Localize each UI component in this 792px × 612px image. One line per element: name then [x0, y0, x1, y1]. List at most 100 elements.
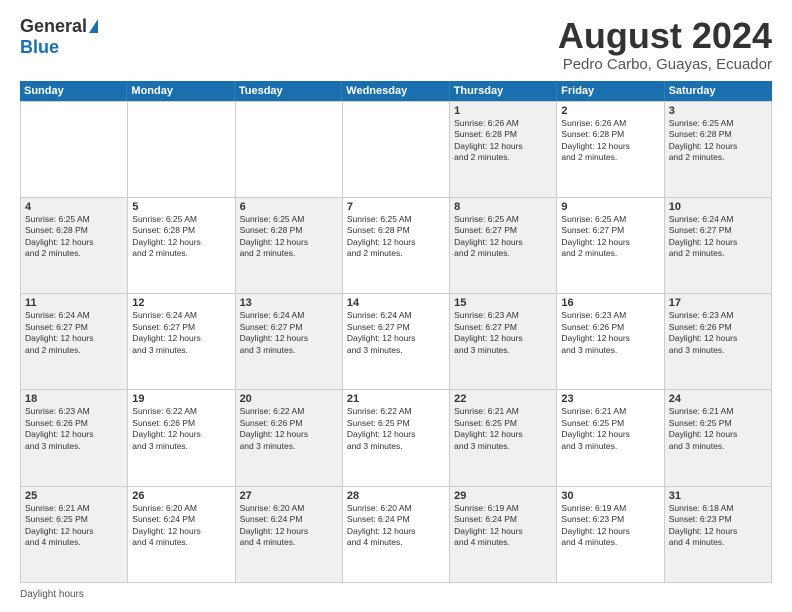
day-number: 6	[240, 201, 338, 213]
calendar-week-row: 25Sunrise: 6:21 AM Sunset: 6:25 PM Dayli…	[21, 487, 772, 583]
calendar-cell: 6Sunrise: 6:25 AM Sunset: 6:28 PM Daylig…	[236, 198, 343, 294]
calendar-week-row: 1Sunrise: 6:26 AM Sunset: 6:28 PM Daylig…	[21, 102, 772, 198]
day-info: Sunrise: 6:23 AM Sunset: 6:27 PM Dayligh…	[454, 310, 552, 356]
day-info: Sunrise: 6:22 AM Sunset: 6:26 PM Dayligh…	[240, 406, 338, 452]
day-number: 21	[347, 393, 445, 405]
day-number: 15	[454, 297, 552, 309]
day-info: Sunrise: 6:21 AM Sunset: 6:25 PM Dayligh…	[561, 406, 659, 452]
day-info: Sunrise: 6:23 AM Sunset: 6:26 PM Dayligh…	[25, 406, 123, 452]
day-info: Sunrise: 6:24 AM Sunset: 6:27 PM Dayligh…	[25, 310, 123, 356]
daylight-label: Daylight hours	[20, 589, 84, 600]
day-number: 13	[240, 297, 338, 309]
logo: General Blue	[20, 16, 98, 58]
day-info: Sunrise: 6:25 AM Sunset: 6:27 PM Dayligh…	[561, 214, 659, 260]
calendar-cell: 18Sunrise: 6:23 AM Sunset: 6:26 PM Dayli…	[21, 390, 128, 486]
calendar-cell: 17Sunrise: 6:23 AM Sunset: 6:26 PM Dayli…	[665, 294, 772, 390]
calendar-header-cell: Tuesday	[235, 81, 342, 101]
day-info: Sunrise: 6:20 AM Sunset: 6:24 PM Dayligh…	[132, 503, 230, 549]
day-info: Sunrise: 6:20 AM Sunset: 6:24 PM Dayligh…	[347, 503, 445, 549]
calendar-cell: 2Sunrise: 6:26 AM Sunset: 6:28 PM Daylig…	[557, 102, 664, 198]
calendar-cell: 28Sunrise: 6:20 AM Sunset: 6:24 PM Dayli…	[343, 487, 450, 583]
calendar-body: 1Sunrise: 6:26 AM Sunset: 6:28 PM Daylig…	[20, 101, 772, 583]
calendar-header-cell: Thursday	[450, 81, 557, 101]
calendar-cell: 1Sunrise: 6:26 AM Sunset: 6:28 PM Daylig…	[450, 102, 557, 198]
calendar-cell: 14Sunrise: 6:24 AM Sunset: 6:27 PM Dayli…	[343, 294, 450, 390]
day-info: Sunrise: 6:21 AM Sunset: 6:25 PM Dayligh…	[454, 406, 552, 452]
calendar-cell: 7Sunrise: 6:25 AM Sunset: 6:28 PM Daylig…	[343, 198, 450, 294]
calendar-cell: 30Sunrise: 6:19 AM Sunset: 6:23 PM Dayli…	[557, 487, 664, 583]
day-info: Sunrise: 6:25 AM Sunset: 6:28 PM Dayligh…	[669, 118, 767, 164]
calendar-cell: 9Sunrise: 6:25 AM Sunset: 6:27 PM Daylig…	[557, 198, 664, 294]
day-number: 7	[347, 201, 445, 213]
day-number: 5	[132, 201, 230, 213]
calendar-cell: 24Sunrise: 6:21 AM Sunset: 6:25 PM Dayli…	[665, 390, 772, 486]
location-subtitle: Pedro Carbo, Guayas, Ecuador	[558, 56, 772, 73]
day-info: Sunrise: 6:25 AM Sunset: 6:28 PM Dayligh…	[240, 214, 338, 260]
day-info: Sunrise: 6:22 AM Sunset: 6:25 PM Dayligh…	[347, 406, 445, 452]
calendar-week-row: 11Sunrise: 6:24 AM Sunset: 6:27 PM Dayli…	[21, 294, 772, 390]
day-info: Sunrise: 6:26 AM Sunset: 6:28 PM Dayligh…	[454, 118, 552, 164]
calendar-cell	[236, 102, 343, 198]
calendar-header-cell: Friday	[557, 81, 664, 101]
calendar-cell	[128, 102, 235, 198]
day-info: Sunrise: 6:19 AM Sunset: 6:23 PM Dayligh…	[561, 503, 659, 549]
day-info: Sunrise: 6:22 AM Sunset: 6:26 PM Dayligh…	[132, 406, 230, 452]
day-number: 14	[347, 297, 445, 309]
calendar-cell: 27Sunrise: 6:20 AM Sunset: 6:24 PM Dayli…	[236, 487, 343, 583]
calendar-cell: 21Sunrise: 6:22 AM Sunset: 6:25 PM Dayli…	[343, 390, 450, 486]
calendar-cell	[343, 102, 450, 198]
day-number: 22	[454, 393, 552, 405]
calendar-cell: 20Sunrise: 6:22 AM Sunset: 6:26 PM Dayli…	[236, 390, 343, 486]
day-info: Sunrise: 6:20 AM Sunset: 6:24 PM Dayligh…	[240, 503, 338, 549]
calendar-cell: 23Sunrise: 6:21 AM Sunset: 6:25 PM Dayli…	[557, 390, 664, 486]
calendar-cell: 8Sunrise: 6:25 AM Sunset: 6:27 PM Daylig…	[450, 198, 557, 294]
calendar-cell: 15Sunrise: 6:23 AM Sunset: 6:27 PM Dayli…	[450, 294, 557, 390]
day-number: 30	[561, 490, 659, 502]
day-number: 4	[25, 201, 123, 213]
day-number: 24	[669, 393, 767, 405]
day-number: 2	[561, 105, 659, 117]
day-number: 23	[561, 393, 659, 405]
day-info: Sunrise: 6:24 AM Sunset: 6:27 PM Dayligh…	[669, 214, 767, 260]
calendar-cell: 25Sunrise: 6:21 AM Sunset: 6:25 PM Dayli…	[21, 487, 128, 583]
day-number: 11	[25, 297, 123, 309]
calendar-header: SundayMondayTuesdayWednesdayThursdayFrid…	[20, 81, 772, 101]
day-number: 29	[454, 490, 552, 502]
day-info: Sunrise: 6:24 AM Sunset: 6:27 PM Dayligh…	[240, 310, 338, 356]
day-info: Sunrise: 6:25 AM Sunset: 6:27 PM Dayligh…	[454, 214, 552, 260]
calendar-cell: 13Sunrise: 6:24 AM Sunset: 6:27 PM Dayli…	[236, 294, 343, 390]
day-number: 1	[454, 105, 552, 117]
calendar-cell: 10Sunrise: 6:24 AM Sunset: 6:27 PM Dayli…	[665, 198, 772, 294]
calendar-header-cell: Saturday	[665, 81, 772, 101]
day-info: Sunrise: 6:24 AM Sunset: 6:27 PM Dayligh…	[347, 310, 445, 356]
calendar-cell: 31Sunrise: 6:18 AM Sunset: 6:23 PM Dayli…	[665, 487, 772, 583]
day-number: 28	[347, 490, 445, 502]
logo-blue-text: Blue	[20, 37, 59, 58]
day-info: Sunrise: 6:23 AM Sunset: 6:26 PM Dayligh…	[561, 310, 659, 356]
day-number: 19	[132, 393, 230, 405]
day-info: Sunrise: 6:25 AM Sunset: 6:28 PM Dayligh…	[132, 214, 230, 260]
day-info: Sunrise: 6:19 AM Sunset: 6:24 PM Dayligh…	[454, 503, 552, 549]
logo-triangle-icon	[89, 19, 98, 33]
calendar-cell: 4Sunrise: 6:25 AM Sunset: 6:28 PM Daylig…	[21, 198, 128, 294]
calendar-cell: 16Sunrise: 6:23 AM Sunset: 6:26 PM Dayli…	[557, 294, 664, 390]
day-number: 9	[561, 201, 659, 213]
calendar-week-row: 18Sunrise: 6:23 AM Sunset: 6:26 PM Dayli…	[21, 390, 772, 486]
day-number: 25	[25, 490, 123, 502]
day-number: 27	[240, 490, 338, 502]
calendar-cell: 11Sunrise: 6:24 AM Sunset: 6:27 PM Dayli…	[21, 294, 128, 390]
calendar-header-cell: Monday	[127, 81, 234, 101]
logo-general-text: General	[20, 16, 87, 37]
calendar-cell: 3Sunrise: 6:25 AM Sunset: 6:28 PM Daylig…	[665, 102, 772, 198]
day-number: 8	[454, 201, 552, 213]
day-number: 18	[25, 393, 123, 405]
calendar-cell	[21, 102, 128, 198]
header: General Blue August 2024 Pedro Carbo, Gu…	[20, 16, 772, 73]
day-info: Sunrise: 6:18 AM Sunset: 6:23 PM Dayligh…	[669, 503, 767, 549]
day-number: 26	[132, 490, 230, 502]
calendar-cell: 12Sunrise: 6:24 AM Sunset: 6:27 PM Dayli…	[128, 294, 235, 390]
calendar-header-cell: Wednesday	[342, 81, 449, 101]
day-info: Sunrise: 6:25 AM Sunset: 6:28 PM Dayligh…	[347, 214, 445, 260]
day-number: 20	[240, 393, 338, 405]
footer: Daylight hours	[20, 589, 772, 600]
